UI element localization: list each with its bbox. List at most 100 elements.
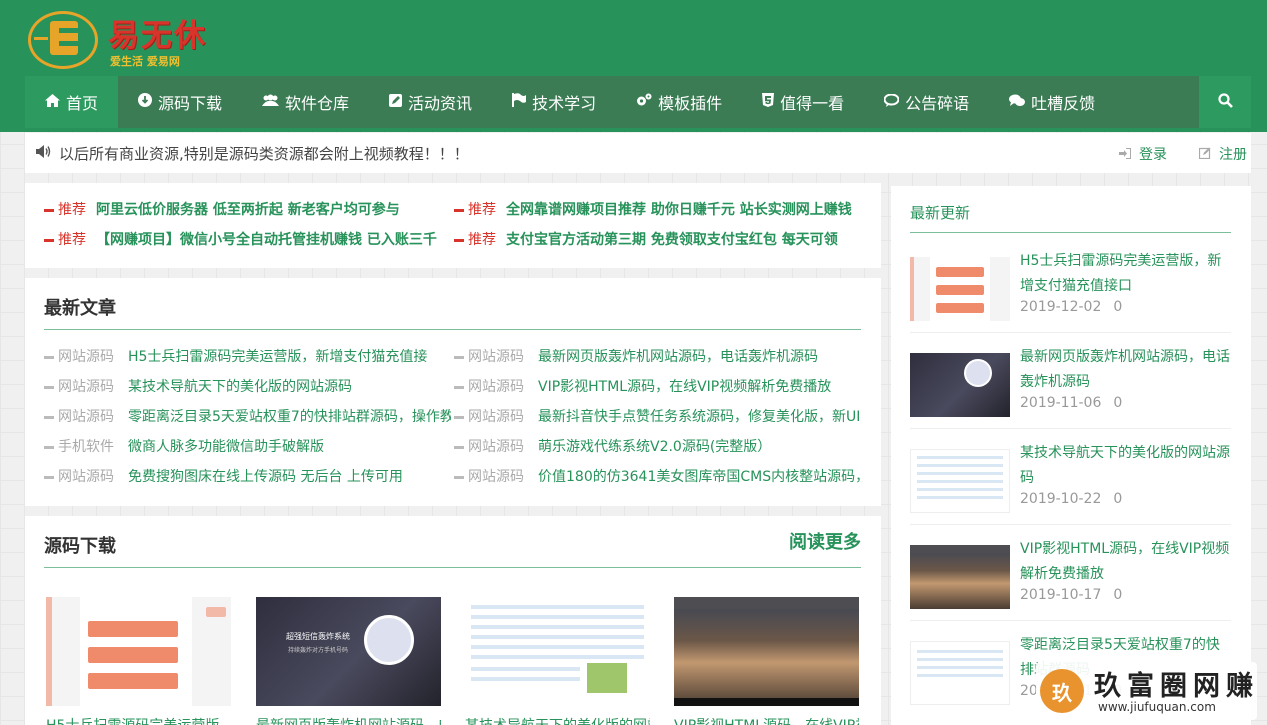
nav-label: 首页: [66, 94, 99, 113]
latest-articles: 最新文章 网站源码 H5士兵扫雷源码完美运营版，新增支付猫充值接 网站源码 最新网页…: [25, 278, 881, 506]
thumb-row: [917, 488, 1003, 491]
sidebar-thumbnail[interactable]: [910, 449, 1010, 513]
dash-icon: [454, 415, 464, 419]
download-caption[interactable]: 最新网页版轰炸机网站源码，电话轰炸机源码: [256, 715, 441, 725]
article-item[interactable]: 网站源码 免费搜狗图床在线上传源码 无后台 上传可用: [44, 466, 439, 486]
download-caption[interactable]: 某技术导航天下的美化版的网站源码: [465, 715, 650, 725]
article-item[interactable]: 网站源码 最新抖音快手点赞任务系统源码，修复美化版，新UI: [454, 406, 864, 426]
article-link[interactable]: 价值180的仿3641美女图库帝国CMS内核整站源码，: [538, 469, 864, 485]
recommend-item[interactable]: 推荐 【网赚项目】微信小号全自动托管挂机赚钱 已入账三千: [44, 229, 444, 249]
recommend-link[interactable]: 【网赚项目】微信小号全自动托管挂机赚钱 已入账三千: [96, 232, 437, 248]
thumb-controls: [674, 698, 859, 706]
sidebar-thumbnail[interactable]: [910, 545, 1010, 609]
sidebar-thumbnail[interactable]: [910, 641, 1010, 705]
recommend-item[interactable]: 推荐 阿里云低价服务器 低至两折起 新老客户均可参与: [44, 199, 444, 219]
nav-item-templates[interactable]: 模板插件: [616, 76, 742, 128]
nav-item-source-download[interactable]: 源码下载: [118, 76, 242, 128]
sidebar-thumbnail[interactable]: [910, 353, 1010, 417]
article-link[interactable]: 零距离泛目录5天爱站权重7的快排站群源码，操作教: [128, 409, 451, 425]
recommend-item[interactable]: 推荐 全网靠谱网赚项目推荐 助你日赚千元 站长实测网上赚钱: [454, 199, 874, 219]
thumb-row: [917, 456, 1003, 459]
article-item[interactable]: 手机软件 微商人脉多功能微信助手破解版: [44, 436, 439, 456]
nav-item-tech[interactable]: 技术学习: [492, 76, 616, 128]
article-category[interactable]: 网站源码: [468, 439, 524, 455]
article-category[interactable]: 网站源码: [58, 349, 114, 365]
comment-count: 0: [1113, 299, 1123, 315]
sidebar-item-title[interactable]: H5士兵扫雷源码完美运营版，新增支付猫充值接口: [1020, 249, 1232, 299]
nav-item-software[interactable]: 软件仓库: [242, 76, 369, 128]
article-link[interactable]: 最新抖音快手点赞任务系统源码，修复美化版，新UI: [538, 409, 860, 425]
date: 2019-12-02: [1020, 299, 1102, 315]
nav-item-announcements[interactable]: 公告碎语: [864, 76, 989, 128]
thumb-row: [917, 496, 1003, 499]
article-link[interactable]: 最新网页版轰炸机网站源码，电话轰炸机源码: [538, 349, 818, 365]
nav-item-worth-seeing[interactable]: 值得一看: [742, 76, 864, 128]
article-item[interactable]: 网站源码 H5士兵扫雷源码完美运营版，新增支付猫充值接: [44, 346, 439, 366]
article-link[interactable]: VIP影视HTML源码，在线VIP视频解析免费播放: [538, 379, 831, 395]
download-thumbnail[interactable]: [465, 597, 650, 706]
sidebar-item[interactable]: 某技术导航天下的美化版的网站源码 2019-10-22 0: [910, 429, 1231, 525]
article-category[interactable]: 网站源码: [58, 379, 114, 395]
nav-label: 源码下载: [158, 94, 223, 113]
section-title: 最新文章: [44, 298, 116, 319]
article-link[interactable]: 某技术导航天下的美化版的网站源码: [128, 379, 352, 395]
dash-icon: [44, 385, 54, 389]
logo-plug-icon: [34, 37, 48, 40]
sidebar-thumbnail[interactable]: [910, 257, 1010, 321]
sidebar-item[interactable]: H5士兵扫雷源码完美运营版，新增支付猫充值接口 2019-12-02 0: [910, 237, 1231, 333]
download-thumbnail[interactable]: [46, 597, 231, 706]
download-caption[interactable]: VIP影视HTML源码，在线VIP视频解析免费播放: [674, 715, 859, 725]
download-thumbnail[interactable]: [674, 597, 859, 706]
recommend-link[interactable]: 阿里云低价服务器 低至两折起 新老客户均可参与: [96, 202, 400, 218]
article-item[interactable]: 网站源码 VIP影视HTML源码，在线VIP视频解析免费播放: [454, 376, 864, 396]
article-link[interactable]: 微商人脉多功能微信助手破解版: [128, 439, 324, 455]
article-link[interactable]: H5士兵扫雷源码完美运营版，新增支付猫充值接: [128, 349, 427, 365]
article-link[interactable]: 萌乐游戏代练系统V2.0源码(完整版）: [538, 439, 771, 455]
site-header: 易无休 爱生活 爱易网 首页 源码下载 软件仓库 活动资讯 技术学习 模板插件 …: [0, 0, 1267, 132]
article-category[interactable]: 手机软件: [58, 439, 114, 455]
read-more-link[interactable]: 阅读更多: [789, 528, 861, 554]
dash-icon: [454, 238, 464, 242]
article-item[interactable]: 网站源码 某技术导航天下的美化版的网站源码: [44, 376, 439, 396]
dash-icon: [44, 445, 54, 449]
sidebar-item-title[interactable]: 最新网页版轰炸机网站源码，电话轰炸机源码: [1020, 345, 1232, 395]
recommend-link[interactable]: 全网靠谱网赚项目推荐 助你日赚千元 站长实测网上赚钱: [506, 202, 852, 218]
recommend-link[interactable]: 支付宝官方活动第三期 免费领取支付宝红包 每天可领: [506, 232, 838, 248]
article-category[interactable]: 网站源码: [468, 469, 524, 485]
recommend-item[interactable]: 推荐 支付宝官方活动第三期 免费领取支付宝红包 每天可领: [454, 229, 874, 249]
recommend-tag: 推荐: [468, 232, 496, 248]
search-button[interactable]: [1199, 76, 1251, 128]
comment-count: 0: [1113, 587, 1123, 603]
main-nav: 首页 源码下载 软件仓库 活动资讯 技术学习 模板插件 值得一看 公告碎语 吐槽…: [25, 76, 1251, 128]
article-link[interactable]: 免费搜狗图床在线上传源码 无后台 上传可用: [128, 469, 403, 485]
nav-label: 技术学习: [532, 94, 597, 113]
download-caption[interactable]: H5士兵扫雷源码完美运营版，新增支付猫充值接口: [46, 715, 231, 725]
thumb-row: [471, 605, 644, 609]
article-item[interactable]: 网站源码 最新网页版轰炸机网站源码，电话轰炸机源码: [454, 346, 864, 366]
article-category[interactable]: 网站源码: [58, 469, 114, 485]
dash-icon: [44, 355, 54, 359]
sidebar-item[interactable]: 最新网页版轰炸机网站源码，电话轰炸机源码 2019-11-06 0: [910, 333, 1231, 429]
article-category[interactable]: 网站源码: [58, 409, 114, 425]
sidebar-item-title[interactable]: VIP影视HTML源码，在线VIP视频解析免费播放: [1020, 537, 1232, 587]
article-category[interactable]: 网站源码: [468, 349, 524, 365]
register-link[interactable]: 注册: [1198, 144, 1247, 164]
sidebar-item-title[interactable]: 某技术导航天下的美化版的网站源码: [1020, 441, 1232, 491]
thumb-row: [206, 607, 226, 617]
article-category[interactable]: 网站源码: [468, 409, 524, 425]
article-item[interactable]: 网站源码 价值180的仿3641美女图库帝国CMS内核整站源码，: [454, 466, 864, 486]
article-category[interactable]: 网站源码: [468, 379, 524, 395]
article-item[interactable]: 网站源码 零距离泛目录5天爱站权重7的快排站群源码，操作教: [44, 406, 451, 426]
site-logo[interactable]: 易无休 爱生活 爱易网: [28, 9, 228, 71]
login-link[interactable]: 登录: [1118, 144, 1167, 164]
thumb-row: [88, 621, 178, 637]
nav-item-activity[interactable]: 活动资讯: [369, 76, 492, 128]
login-label: 登录: [1139, 147, 1167, 163]
article-item[interactable]: 网站源码 萌乐游戏代练系统V2.0源码(完整版）: [454, 436, 864, 456]
watermark-url: www.jiufuquan.com: [1098, 700, 1216, 714]
sidebar-item[interactable]: VIP影视HTML源码，在线VIP视频解析免费播放 2019-10-17 0: [910, 525, 1231, 621]
nav-item-feedback[interactable]: 吐槽反馈: [989, 76, 1115, 128]
download-thumbnail[interactable]: 超强短信轰炸系统 持续轰炸对方手机号码: [256, 597, 441, 706]
thumb-row: [917, 464, 1003, 467]
nav-item-home[interactable]: 首页: [25, 76, 119, 128]
